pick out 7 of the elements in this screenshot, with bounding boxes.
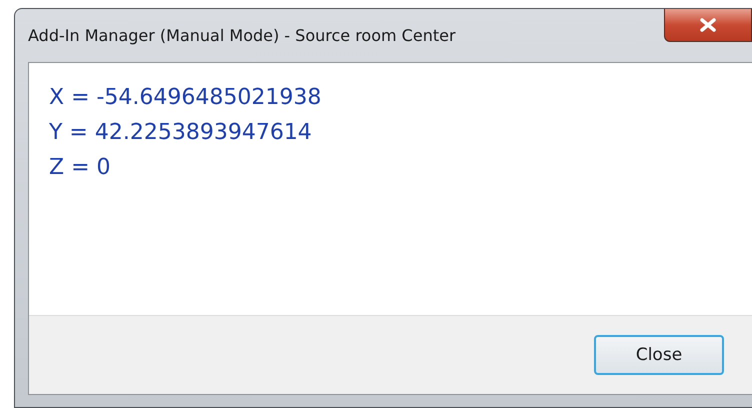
coordinate-text: Z = 0	[49, 154, 112, 182]
close-button[interactable]: Close	[594, 335, 724, 375]
close-button[interactable]	[664, 9, 752, 42]
close-icon	[699, 18, 717, 32]
coordinate-text: X = -54.6496485021938	[49, 84, 322, 112]
window-title: Add-In Manager (Manual Mode) - Source room Center	[28, 26, 456, 45]
coordinate-text: Y = 42.2253893947614	[49, 119, 313, 147]
